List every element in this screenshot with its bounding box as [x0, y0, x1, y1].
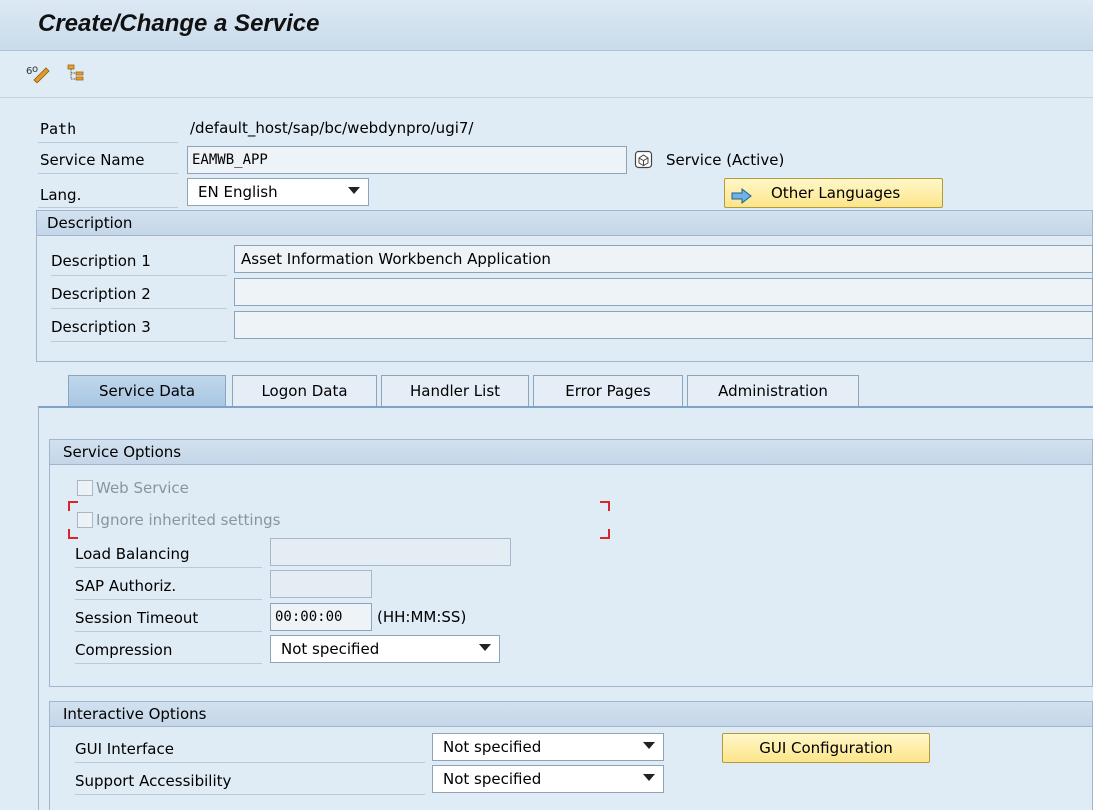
- support-accessibility-label: Support Accessibility: [75, 767, 425, 795]
- description-3-label: Description 3: [51, 314, 227, 342]
- lang-dropdown-value: EN English: [198, 183, 278, 201]
- focus-corner-tl: [68, 501, 78, 511]
- sap-authoriz-field[interactable]: [270, 570, 372, 598]
- focus-corner-bl: [68, 529, 78, 539]
- description-1-label: Description 1: [51, 248, 227, 276]
- path-value: /default_host/sap/bc/webdynpro/ugi7/: [190, 119, 474, 137]
- gui-interface-label: GUI Interface: [75, 735, 425, 763]
- tab-logon-data[interactable]: Logon Data: [232, 375, 377, 407]
- web-service-label: Web Service: [96, 479, 189, 497]
- application-toolbar: 6 o: [0, 51, 1093, 98]
- tab-administration[interactable]: Administration: [687, 375, 859, 407]
- lang-dropdown[interactable]: EN English: [187, 178, 369, 206]
- compression-value: Not specified: [281, 640, 380, 658]
- svg-text:o: o: [32, 64, 38, 75]
- session-timeout-label: Session Timeout: [75, 604, 262, 632]
- interactive-options-title: Interactive Options: [50, 702, 1092, 727]
- support-accessibility-value: Not specified: [443, 770, 542, 788]
- lang-label: Lang.: [38, 180, 178, 208]
- focus-corner-tr: [600, 501, 610, 511]
- service-status-icon: [634, 150, 654, 170]
- tab-handler-list[interactable]: Handler List: [381, 375, 529, 407]
- chevron-down-icon: [348, 187, 360, 194]
- title-bar: Create/Change a Service: [0, 0, 1093, 51]
- service-name-label: Service Name: [38, 146, 178, 174]
- focus-corner-br: [600, 529, 610, 539]
- session-timeout-unit: (HH:MM:SS): [377, 608, 467, 626]
- support-accessibility-dropdown[interactable]: Not specified: [432, 765, 664, 793]
- compression-dropdown[interactable]: Not specified: [270, 635, 500, 663]
- load-balancing-field[interactable]: [270, 538, 511, 566]
- description-2-label: Description 2: [51, 281, 227, 309]
- gui-configuration-button[interactable]: GUI Configuration: [722, 733, 930, 763]
- chevron-down-icon: [643, 742, 655, 749]
- description-title: Description: [37, 211, 1092, 236]
- service-status: Service (Active): [666, 151, 785, 169]
- sap-authoriz-label: SAP Authoriz.: [75, 572, 262, 600]
- ignore-inherited-checkbox[interactable]: [77, 512, 93, 528]
- web-service-checkbox[interactable]: [77, 480, 93, 496]
- description-3-field[interactable]: [234, 311, 1093, 339]
- session-timeout-field[interactable]: 00:00:00: [270, 603, 372, 631]
- arrow-right-icon: [731, 185, 753, 205]
- description-1-field[interactable]: Asset Information Workbench Application: [234, 245, 1093, 273]
- gui-interface-dropdown[interactable]: Not specified: [432, 733, 664, 761]
- other-languages-label: Other Languages: [771, 184, 901, 202]
- ignore-inherited-label: Ignore inherited settings: [96, 511, 281, 529]
- compression-label: Compression: [75, 636, 262, 664]
- path-label: Path: [38, 117, 178, 143]
- service-name-field[interactable]: EAMWB_APP: [187, 146, 627, 174]
- other-languages-button[interactable]: Other Languages: [724, 178, 943, 208]
- tab-service-data[interactable]: Service Data: [68, 375, 226, 407]
- service-options-title: Service Options: [50, 440, 1092, 465]
- chevron-down-icon: [479, 644, 491, 651]
- gui-interface-value: Not specified: [443, 738, 542, 756]
- display-change-icon[interactable]: 6 o: [26, 63, 52, 84]
- hierarchy-icon[interactable]: [66, 63, 86, 83]
- chevron-down-icon: [643, 774, 655, 781]
- load-balancing-label: Load Balancing: [75, 540, 262, 568]
- page-title: Create/Change a Service: [38, 10, 320, 37]
- tab-error-pages[interactable]: Error Pages: [533, 375, 683, 407]
- description-2-field[interactable]: [234, 278, 1093, 306]
